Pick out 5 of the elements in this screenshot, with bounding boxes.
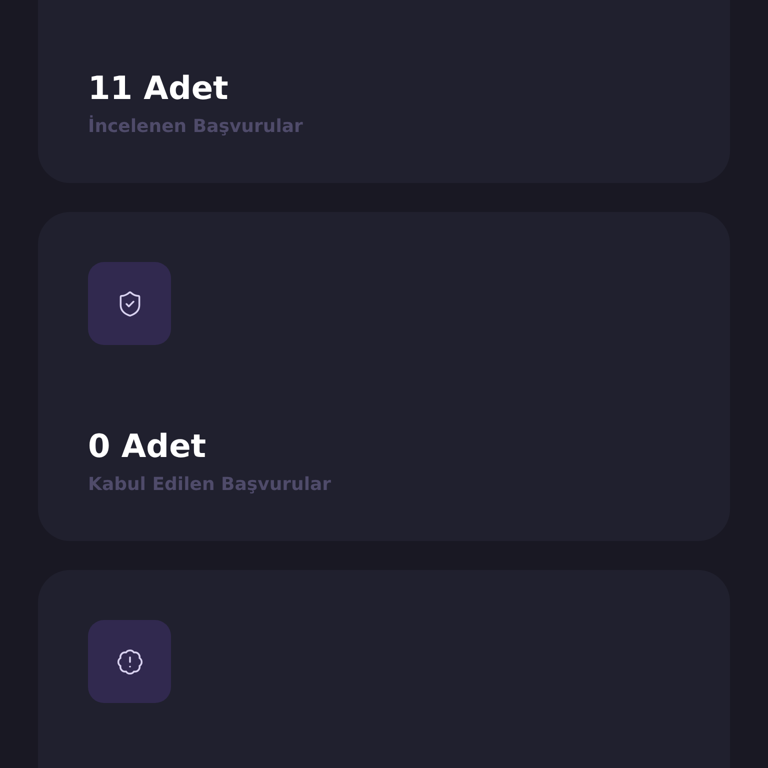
- alert-badge-icon: [116, 648, 144, 676]
- stat-value: 11 Adet: [88, 68, 230, 108]
- stat-label: İncelenen Başvurular: [88, 116, 304, 137]
- stat-label: Kabul Edilen Başvurular: [88, 474, 332, 495]
- stat-value: 0 Adet: [88, 426, 208, 466]
